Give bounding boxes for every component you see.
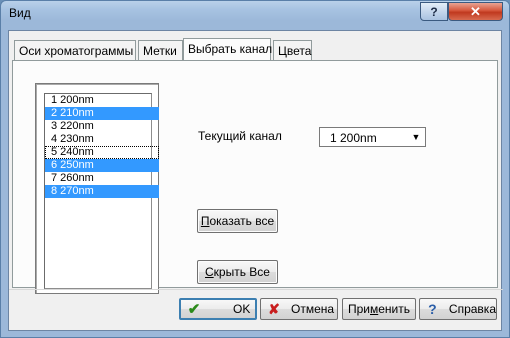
list-item[interactable]: 2 210nm (45, 107, 159, 120)
close-icon: ✕ (470, 3, 481, 19)
dialog-client-area: Оси хроматограммы Метки Выбрать канал Цв… (8, 30, 503, 331)
hide-all-button[interactable]: Скрыть Все (197, 260, 278, 284)
window-title: Вид (9, 6, 31, 20)
chevron-down-icon[interactable]: ▼ (408, 129, 424, 145)
dialog-button-bar: ✔ OK ✘ Отмена При м енить ? Справка (9, 289, 503, 330)
tab-chromatogram-axes[interactable]: Оси хроматограммы (14, 40, 136, 60)
close-button[interactable]: ✕ (448, 2, 503, 21)
dialog-window: Вид ? ✕ Оси хроматограммы Метки Выбрать … (0, 0, 510, 338)
current-channel-label: Текущий канал (198, 129, 282, 143)
apply-mnemonic: м (370, 302, 379, 316)
tab-panel: 1 200nm 2 210nm 3 220nm 4 230nm 5 240nm … (12, 60, 498, 294)
help-button[interactable]: ? Справка (419, 298, 497, 320)
channel-listbox[interactable]: 1 200nm 2 210nm 3 220nm 4 230nm 5 240nm … (44, 93, 159, 289)
help-label: Справка (448, 302, 496, 316)
current-channel-value: 1 200nm (330, 131, 377, 145)
apply-label-pre: При (347, 302, 370, 316)
channel-list-frame: 1 200nm 2 210nm 3 220nm 4 230nm 5 240nm … (35, 83, 159, 294)
checkmark-icon: ✔ (187, 301, 201, 318)
cancel-label: Отмена (291, 302, 335, 316)
show-all-button[interactable]: Показать все (197, 209, 278, 233)
cancel-button[interactable]: ✘ Отмена (260, 298, 338, 320)
hide-all-mnemonic: С (205, 265, 214, 279)
apply-label-post: енить (378, 302, 411, 316)
hide-all-label: крыть Все (213, 265, 270, 279)
tab-colors[interactable]: Цвета (273, 40, 312, 60)
list-item[interactable]: 1 200nm (45, 94, 159, 107)
title-bar[interactable]: Вид ? ✕ (1, 1, 509, 27)
help-title-button[interactable]: ? (420, 2, 448, 21)
ok-label: OK (233, 302, 251, 316)
question-icon: ? (430, 4, 438, 19)
cross-icon: ✘ (268, 300, 280, 317)
apply-button[interactable]: При м енить (342, 298, 416, 320)
list-item[interactable]: 5 240nm (45, 146, 159, 159)
list-item[interactable]: 7 260nm (45, 172, 159, 185)
current-channel-select[interactable]: 1 200nm ▼ (319, 127, 426, 147)
show-all-label: оказать все (209, 214, 275, 228)
list-item[interactable]: 8 270nm (45, 185, 159, 198)
show-all-mnemonic: П (200, 214, 210, 228)
list-item[interactable]: 4 230nm (45, 133, 159, 146)
question-icon: ? (428, 301, 437, 317)
tab-select-channel[interactable]: Выбрать канал (183, 38, 272, 60)
tab-labels[interactable]: Метки (138, 40, 183, 60)
list-item[interactable]: 6 250nm (45, 159, 159, 172)
list-item[interactable]: 3 220nm (45, 120, 159, 133)
ok-button[interactable]: ✔ OK (179, 298, 257, 320)
